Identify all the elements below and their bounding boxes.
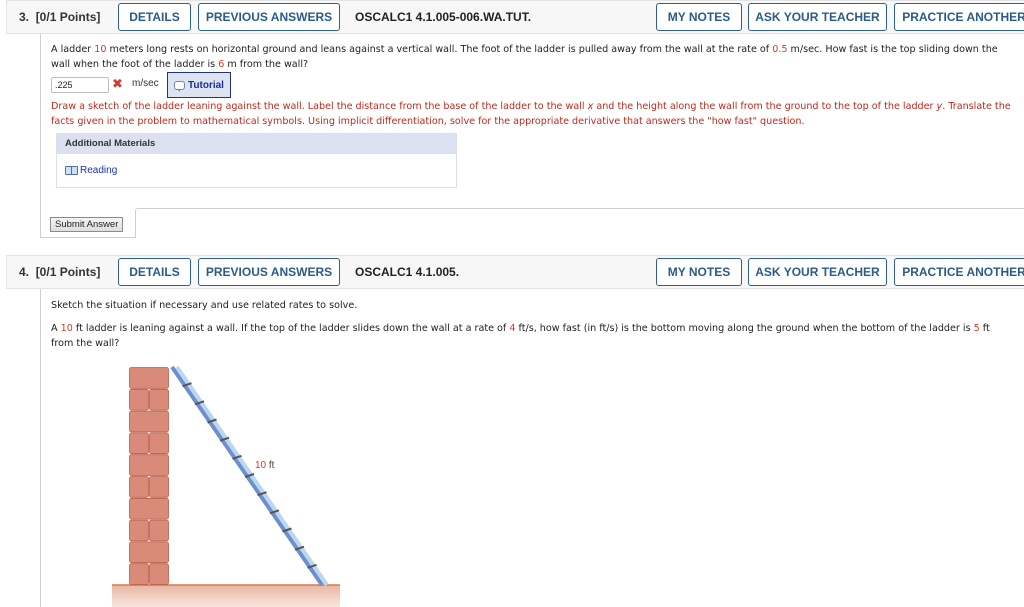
book-icon — [65, 166, 78, 175]
reading-label: Reading — [80, 165, 118, 176]
brick — [129, 367, 169, 389]
points-label: [0/1 Points] — [35, 265, 101, 279]
my-notes-button[interactable]: MY NOTES — [656, 3, 742, 31]
question-code: OSCALC1 4.1.005. — [355, 265, 460, 279]
speech-bubble-icon — [174, 80, 186, 92]
question-4-instruction: Sketch the situation if necessary and us… — [51, 300, 358, 311]
submit-area-frame — [135, 208, 1024, 238]
ladder-length-label: 10 ft — [255, 460, 275, 471]
question-4-points: 4. [0/1 Points] — [19, 256, 100, 288]
submit-answer-button[interactable]: Submit Answer — [50, 217, 124, 232]
additional-materials-title: Additional Materials — [57, 134, 456, 154]
question-code: OSCALC1 4.1.005-006.WA.TUT. — [355, 10, 532, 24]
additional-materials-panel: Additional Materials Reading — [56, 133, 457, 188]
question-3-body-border — [40, 34, 41, 238]
brick — [129, 563, 149, 585]
brick — [129, 476, 149, 498]
question-3-hint: Draw a sketch of the ladder leaning agai… — [51, 101, 1011, 127]
brick — [149, 388, 169, 411]
brick — [129, 541, 169, 564]
ladder-rail — [175, 365, 329, 587]
ladder-wall-figure — [112, 365, 340, 607]
brick-wall — [129, 367, 169, 585]
brick — [149, 563, 169, 585]
rate-value: 0.5 — [772, 44, 788, 55]
previous-answers-button[interactable]: PREVIOUS ANSWERS — [198, 3, 340, 31]
details-button[interactable]: DETAILS — [118, 3, 191, 31]
brick — [129, 432, 149, 455]
answer-unit: m/sec — [132, 78, 159, 89]
question-4-header: 4. [0/1 Points] DETAILS PREVIOUS ANSWERS… — [6, 255, 1024, 289]
my-notes-button[interactable]: MY NOTES — [656, 258, 742, 286]
ground — [112, 584, 340, 607]
ladder-length-value: 10 — [94, 44, 107, 55]
ask-your-teacher-button[interactable]: ASK YOUR TEACHER — [748, 3, 887, 31]
tutorial-button[interactable]: Tutorial — [167, 72, 231, 98]
tutorial-label: Tutorial — [188, 79, 224, 91]
practice-another-button[interactable]: PRACTICE ANOTHER — [894, 258, 1024, 286]
brick — [129, 497, 169, 520]
ladder — [170, 365, 329, 587]
brick — [149, 432, 169, 455]
details-button[interactable]: DETAILS — [118, 258, 191, 286]
reading-link[interactable]: Reading — [65, 165, 117, 176]
question-3-bottom-border — [40, 237, 136, 238]
answer-input[interactable] — [51, 77, 109, 93]
brick — [129, 454, 169, 476]
previous-answers-button[interactable]: PREVIOUS ANSWERS — [198, 258, 340, 286]
x-mark-icon: ✖ — [112, 77, 123, 92]
question-3-prompt: A ladder 10 meters long rests on horizon… — [51, 44, 998, 70]
brick — [149, 476, 169, 498]
brick — [129, 410, 169, 433]
question-4-body-border — [40, 289, 41, 607]
question-3-header: 3. [0/1 Points] DETAILS PREVIOUS ANSWERS… — [6, 0, 1024, 34]
brick — [129, 388, 149, 411]
question-number: 4. — [19, 265, 30, 279]
brick — [129, 519, 149, 542]
question-4-prompt: A 10 ft ladder is leaning against a wall… — [51, 323, 990, 349]
practice-another-button[interactable]: PRACTICE ANOTHER — [894, 3, 1024, 31]
ask-your-teacher-button[interactable]: ASK YOUR TEACHER — [748, 258, 887, 286]
question-3-points: 3. [0/1 Points] — [19, 1, 100, 33]
question-number: 3. — [19, 10, 30, 24]
ladder-length-value: 10 — [60, 323, 73, 334]
brick — [149, 519, 169, 542]
points-label: [0/1 Points] — [35, 10, 101, 24]
